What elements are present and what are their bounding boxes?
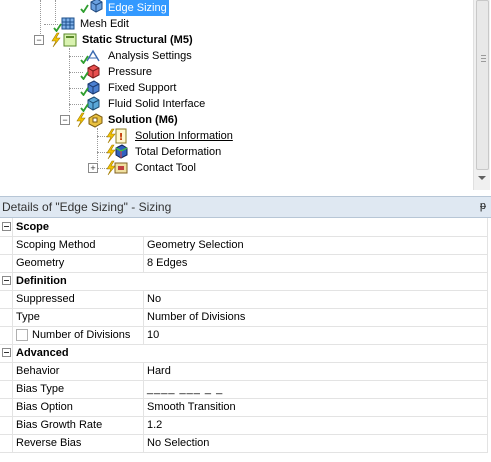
svg-text:!: ! bbox=[119, 132, 124, 143]
property-row-behavior[interactable]: Behavior Hard bbox=[0, 362, 488, 381]
tree-item-label: Contact Tool bbox=[135, 162, 196, 174]
tree-item-label: Static Structural (M5) bbox=[82, 34, 193, 46]
property-label: Behavior bbox=[16, 365, 60, 377]
property-value[interactable]: No Selection bbox=[147, 437, 209, 449]
property-row-suppressed[interactable]: Suppressed No bbox=[0, 290, 488, 309]
expand-toggle[interactable]: + bbox=[88, 163, 98, 173]
tree-item-label: Analysis Settings bbox=[108, 50, 192, 62]
check-icon bbox=[53, 23, 62, 32]
collapse-toggle[interactable]: − bbox=[34, 35, 44, 45]
property-value[interactable]: 8 Edges bbox=[147, 257, 187, 269]
tree-line bbox=[69, 48, 70, 112]
property-label: Number of Divisions bbox=[32, 329, 131, 341]
property-value[interactable]: Number of Divisions bbox=[147, 311, 245, 323]
property-row-type[interactable]: Type Number of Divisions bbox=[0, 308, 488, 327]
tree-item-total-deformation[interactable]: Total Deformation bbox=[106, 144, 308, 160]
tree-item-fluid-solid-interface[interactable]: Fluid Solid Interface bbox=[80, 96, 280, 112]
property-label: Bias Growth Rate bbox=[16, 419, 103, 431]
tree-item-contact-tool[interactable]: + Contact Tool bbox=[86, 160, 306, 176]
group-scope[interactable]: Scope bbox=[0, 218, 488, 237]
tree-item-pressure[interactable]: Pressure bbox=[80, 64, 280, 80]
property-label: Reverse Bias bbox=[16, 437, 82, 449]
property-row-number-of-divisions[interactable]: Number of Divisions 10 bbox=[0, 326, 488, 345]
tree-item-static-structural[interactable]: − Static Structural (M5) bbox=[32, 32, 282, 48]
group-label: Scope bbox=[16, 221, 50, 233]
property-row-bias-growth-rate[interactable]: Bias Growth Rate 1.2 bbox=[0, 416, 488, 435]
check-icon bbox=[80, 4, 89, 13]
property-value[interactable]: No bbox=[147, 293, 161, 305]
property-label: Geometry bbox=[16, 257, 65, 269]
tree-item-fixed-support[interactable]: Fixed Support bbox=[80, 80, 280, 96]
property-row-scoping-method[interactable]: Scoping Method Geometry Selection bbox=[0, 236, 488, 255]
check-icon bbox=[80, 71, 89, 80]
tree-item-solution-information[interactable]: ! Solution Information bbox=[106, 128, 308, 144]
edge-sizing-icon bbox=[90, 0, 103, 13]
tree-item-label: Total Deformation bbox=[135, 146, 222, 158]
group-advanced[interactable]: Advanced bbox=[0, 344, 488, 363]
details-panel-header: Details of "Edge Sizing" - Sizing ᵽ bbox=[0, 196, 491, 218]
property-row-bias-type[interactable]: Bias Type ____ ___ _ _ bbox=[0, 380, 488, 399]
tree-scrollbar[interactable] bbox=[473, 0, 490, 190]
tree-item-label: Fixed Support bbox=[108, 82, 177, 94]
contact-tool-icon bbox=[114, 162, 128, 174]
property-label: Type bbox=[16, 311, 40, 323]
solution-information-icon: ! bbox=[115, 128, 127, 144]
outline-tree: Edge Sizing Mesh Edit − Static Structura… bbox=[0, 0, 473, 190]
property-row-geometry[interactable]: Geometry 8 Edges bbox=[0, 254, 488, 273]
property-value[interactable]: Geometry Selection bbox=[147, 239, 244, 251]
collapse-toggle[interactable] bbox=[2, 348, 11, 357]
bias-type-graphic[interactable]: ____ ___ _ _ bbox=[147, 383, 223, 395]
pin-icon[interactable]: ᵽ bbox=[480, 200, 486, 212]
property-label: Scoping Method bbox=[16, 239, 96, 251]
group-label: Advanced bbox=[16, 347, 69, 359]
scroll-down-arrow-icon[interactable] bbox=[478, 176, 486, 180]
tree-item-mesh-edit[interactable]: Mesh Edit bbox=[53, 16, 256, 32]
tree-item-label: Mesh Edit bbox=[80, 18, 129, 30]
tree-item-analysis-settings[interactable]: Analysis Settings bbox=[80, 48, 280, 64]
tree-item-label: Solution Information bbox=[135, 130, 233, 142]
total-deformation-icon bbox=[115, 144, 128, 159]
group-definition[interactable]: Definition bbox=[0, 272, 488, 291]
property-label: Bias Type bbox=[16, 383, 65, 395]
property-value[interactable]: Smooth Transition bbox=[147, 401, 236, 413]
tree-item-label: Pressure bbox=[108, 66, 153, 78]
property-value[interactable]: 10 bbox=[147, 329, 159, 341]
check-icon bbox=[80, 87, 89, 96]
property-row-bias-option[interactable]: Bias Option Smooth Transition bbox=[0, 398, 488, 417]
check-icon bbox=[80, 55, 89, 64]
property-row-reverse-bias[interactable]: Reverse Bias No Selection bbox=[0, 434, 488, 453]
lightning-icon bbox=[51, 32, 61, 48]
check-icon bbox=[80, 103, 89, 112]
tree-item-label: Solution (M6) bbox=[108, 114, 178, 126]
details-panel-title: Details of "Edge Sizing" - Sizing bbox=[2, 200, 172, 214]
property-value[interactable]: 1.2 bbox=[147, 419, 162, 431]
tree-item-edge-sizing[interactable]: Edge Sizing bbox=[80, 0, 284, 16]
tree-item-label: Edge Sizing bbox=[106, 0, 169, 16]
scrollbar-thumb[interactable] bbox=[476, 0, 489, 170]
property-label: Bias Option bbox=[16, 401, 73, 413]
tree-item-label: Fluid Solid Interface bbox=[108, 98, 206, 110]
parameter-checkbox[interactable] bbox=[16, 329, 28, 341]
tree-item-solution[interactable]: − Solution (M6) bbox=[58, 112, 278, 128]
collapse-toggle[interactable] bbox=[2, 276, 11, 285]
collapse-toggle[interactable] bbox=[2, 222, 11, 231]
collapse-toggle[interactable]: − bbox=[60, 115, 70, 125]
property-value[interactable]: Hard bbox=[147, 365, 171, 377]
property-label: Suppressed bbox=[16, 293, 75, 305]
group-label: Definition bbox=[16, 275, 67, 287]
solution-icon bbox=[88, 113, 103, 128]
